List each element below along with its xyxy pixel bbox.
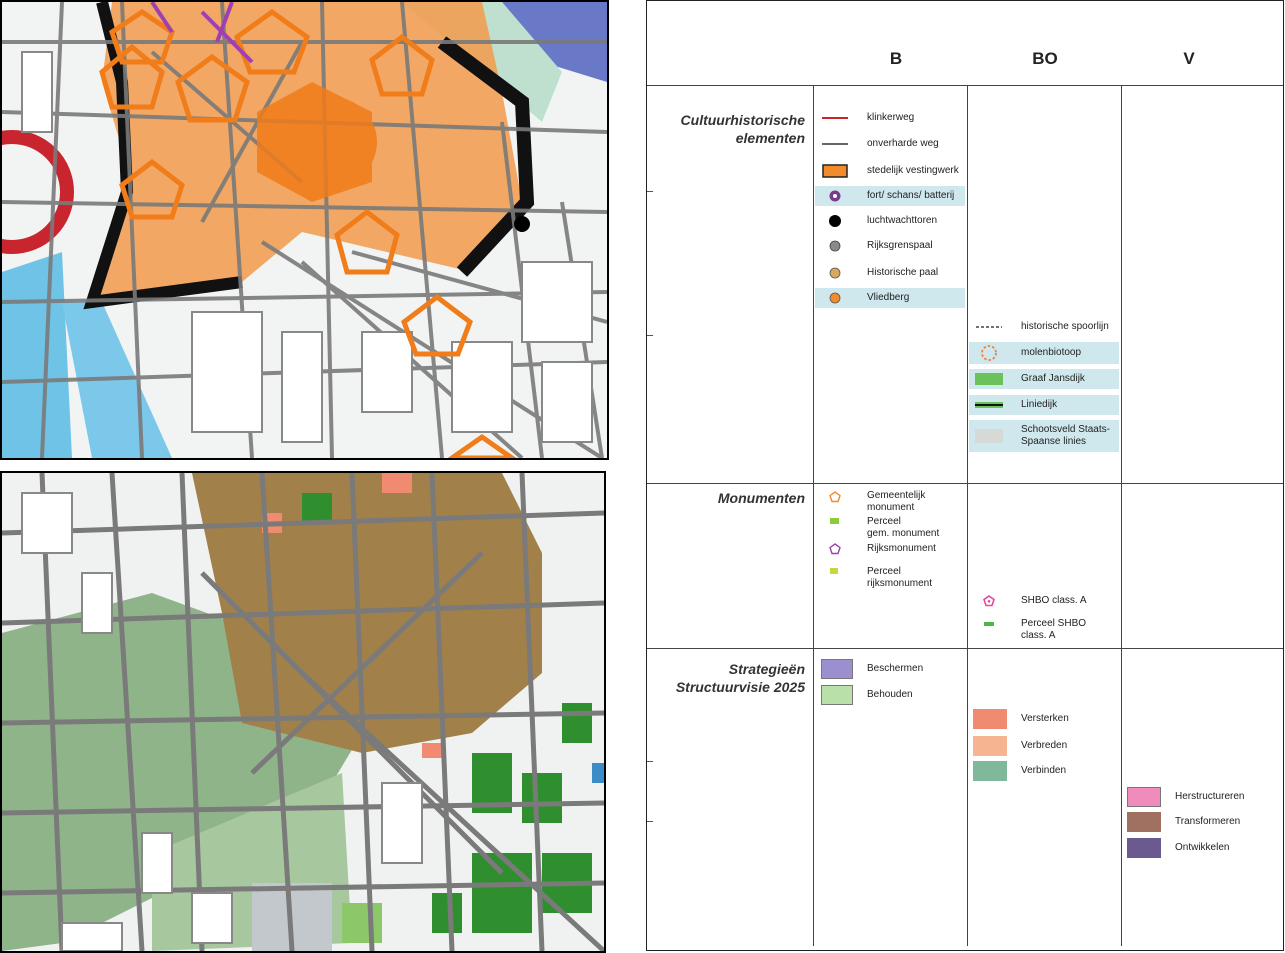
purple-ring-icon	[829, 190, 841, 202]
legend-item-historische-paal: Historische paal	[815, 263, 965, 283]
legend-item-shbo: SHBO class. A	[969, 591, 1119, 611]
legend-item-rijksgrenspaal: Rijksgrenspaal	[815, 236, 965, 256]
legend-item-gemeentelijk-monument: Gemeentelijk monument	[815, 490, 965, 516]
purple-swatch-icon	[1127, 838, 1161, 858]
legend-item-rijksmonument: Rijksmonument	[815, 539, 965, 559]
legend-item-ontwikkelen: Ontwikkelen	[1127, 836, 1277, 860]
legend-item-luchtwachttoren: luchtwachttoren	[815, 211, 965, 231]
black-dot-icon	[829, 215, 841, 227]
legend-item-fort: fort/ schans/ batterij	[815, 186, 965, 206]
legend-item-verbinden: Verbinden	[973, 759, 1118, 783]
column-divider	[813, 85, 814, 946]
green-square-icon	[830, 518, 839, 524]
green-bar-icon	[975, 373, 1003, 385]
cultural-history-map[interactable]	[0, 0, 609, 460]
strategy-map-graphic	[2, 473, 604, 951]
section-monumenten: Monumenten	[717, 490, 805, 506]
legend-item-beschermen: Beschermen	[819, 657, 964, 681]
column-divider	[967, 85, 968, 946]
legend-item-onverharde-weg: onverharde weg	[815, 134, 965, 154]
header-divider	[647, 85, 1283, 86]
sage-swatch-icon	[973, 761, 1007, 781]
column-header-v: V	[1183, 49, 1195, 68]
pink-pentagon-icon	[983, 595, 995, 607]
orange-rect-icon	[822, 164, 848, 178]
purple-pentagon-icon	[829, 543, 841, 555]
column-header-b: B	[889, 49, 903, 68]
brown-swatch-icon	[1127, 812, 1161, 832]
pink-swatch-icon	[1127, 787, 1161, 807]
legend-item-perceel-rijksmonument: Perceel rijksmonument	[815, 566, 965, 592]
orange-pentagon-icon	[829, 491, 841, 503]
light-green-swatch-icon	[821, 685, 853, 705]
legend-item-vestingwerk: stedelijk vestingwerk	[815, 161, 965, 181]
dashed-circle-icon	[981, 345, 997, 361]
legend-item-versterken: Versterken	[973, 707, 1118, 731]
water-area	[2, 252, 72, 458]
legend-item-klinkerweg: klinkerweg	[815, 108, 965, 128]
legend-item-transformeren: Transformeren	[1127, 810, 1277, 834]
yellow-green-square-icon	[830, 568, 838, 574]
salmon-swatch-icon	[973, 709, 1007, 729]
column-divider	[1121, 85, 1122, 946]
legend-item-herstructureren: Herstructureren	[1127, 785, 1277, 809]
section-divider	[647, 483, 1283, 484]
legend-item-behouden: Behouden	[819, 683, 964, 707]
cultural-history-map-graphic	[2, 2, 607, 458]
strategy-map[interactable]	[0, 471, 606, 953]
legend-item-perceel-shbo: Perceel SHBO class. A	[969, 618, 1119, 644]
red-line-icon	[822, 117, 848, 119]
legend-item-spoorlijn: historische spoorlijn	[969, 317, 1119, 337]
orange-dot-icon	[829, 292, 841, 304]
legend-item-schootsveld: Schootsveld Staats- Spaanse linies	[969, 420, 1119, 452]
section-strategieen: Strategieën Structuurvisie 2025	[675, 661, 805, 695]
legend-item-vliedberg: Vliedberg	[815, 288, 965, 308]
dashed-line-icon	[976, 326, 1002, 328]
legend-item-liniedijk: Liniedijk	[969, 395, 1119, 415]
grey-line-icon	[822, 143, 848, 145]
section-cultuurhistorische: Cultuurhistorische elementen	[680, 112, 805, 146]
legend-item-verbreden: Verbreden	[973, 734, 1118, 758]
lavender-swatch-icon	[821, 659, 853, 679]
grey-block-icon	[975, 429, 1003, 443]
green-dash-icon	[984, 622, 994, 626]
legend-panel: B BO V Cultuurhistorische elementen Monu…	[646, 0, 1284, 951]
peach-swatch-icon	[973, 736, 1007, 756]
tan-dot-icon	[829, 267, 841, 279]
legend-item-molenbiotoop: molenbiotoop	[969, 342, 1119, 364]
column-header-bo: BO	[1032, 49, 1058, 68]
legend-item-graaf-jansdijk: Graaf Jansdijk	[969, 369, 1119, 389]
grey-dot-icon	[829, 240, 841, 252]
green-black-line-icon	[975, 402, 1003, 408]
section-divider	[647, 648, 1283, 649]
